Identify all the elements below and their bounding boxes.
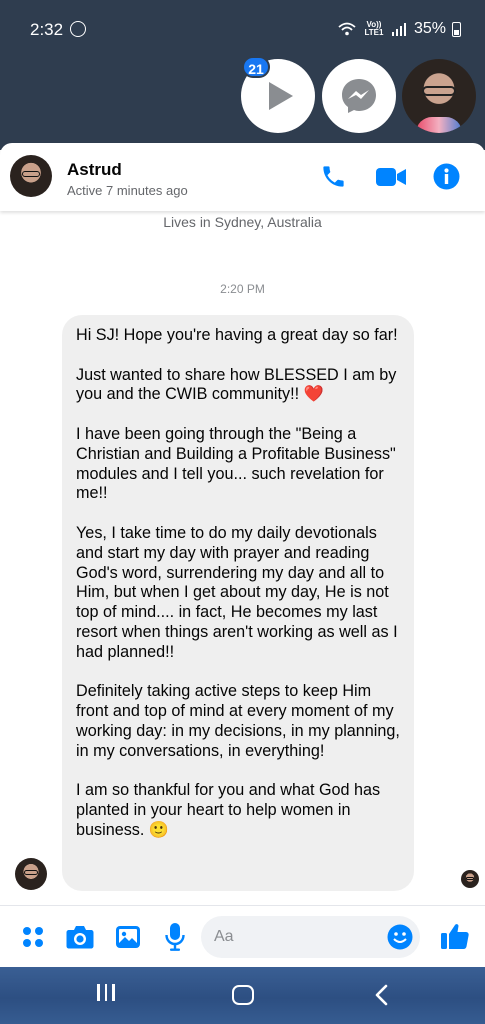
message-paragraph: I have been going through the "Being a C…	[76, 424, 396, 503]
message-composer: Aa	[0, 905, 485, 967]
battery-percent: 35%	[413, 20, 446, 37]
message-input-placeholder: Aa	[214, 928, 234, 945]
message-paragraph: Hi SJ! Hope you're having a great day so…	[76, 326, 398, 344]
message-paragraph: I am so thankful for you and what God ha…	[76, 781, 381, 839]
messenger-chat-head[interactable]	[322, 59, 396, 133]
contact-photo-detail	[416, 117, 462, 133]
message-timestamp: 2:20 PM	[220, 282, 265, 296]
network-label: Vo)) LTE1	[364, 20, 384, 37]
avatar-detail	[24, 870, 38, 875]
info-icon[interactable]	[433, 163, 460, 190]
play-icon	[269, 82, 293, 110]
avatar-detail	[466, 877, 474, 880]
menu-dots-icon[interactable]	[22, 926, 44, 948]
system-nav-bar	[0, 967, 485, 1024]
microphone-icon[interactable]	[165, 923, 185, 951]
gallery-icon[interactable]	[115, 925, 141, 949]
avatar-detail	[22, 171, 40, 177]
message-paragraph: Yes, I take time to do my daily devotion…	[76, 523, 398, 661]
contact-name[interactable]: Astrud	[67, 160, 122, 180]
active-status: Active 7 minutes ago	[67, 183, 188, 198]
back-button[interactable]	[374, 984, 388, 1006]
message-bubble[interactable]: Hi SJ! Hope you're having a great day so…	[62, 315, 414, 891]
chat-heads-overlay: 2:32 Vo)) LTE1 35% 21	[0, 0, 485, 150]
message-input[interactable]: Aa	[201, 916, 420, 958]
status-time: 2:32	[30, 20, 64, 39]
messenger-icon	[342, 79, 376, 113]
contact-chat-head[interactable]	[402, 59, 476, 133]
home-button[interactable]	[232, 985, 254, 1005]
seen-indicator-avatar	[461, 870, 479, 888]
like-icon[interactable]	[441, 922, 469, 950]
phone-icon[interactable]	[320, 163, 347, 190]
status-right: Vo)) LTE1 35%	[338, 20, 461, 38]
conversation-header: Astrud Active 7 minutes ago	[0, 143, 485, 211]
sender-avatar[interactable]	[15, 858, 47, 890]
message-paragraph: Definitely taking active steps to keep H…	[76, 682, 400, 760]
battery-icon	[452, 21, 461, 37]
messenger-notification-icon	[70, 21, 86, 37]
emoji-icon[interactable]	[387, 924, 413, 950]
video-call-icon[interactable]	[376, 166, 407, 188]
contact-photo	[422, 86, 456, 96]
wifi-icon	[338, 22, 356, 36]
recent-apps-button[interactable]	[97, 984, 115, 1001]
signal-icon	[391, 23, 406, 36]
status-bar: 2:32 Vo)) LTE1 35%	[0, 18, 485, 44]
notification-badge: 21	[242, 56, 270, 78]
profile-location: Lives in Sydney, Australia	[163, 214, 322, 230]
message-paragraph: Just wanted to share how BLESSED I am by…	[76, 365, 397, 404]
camera-icon[interactable]	[66, 925, 94, 949]
avatar[interactable]	[10, 155, 52, 197]
